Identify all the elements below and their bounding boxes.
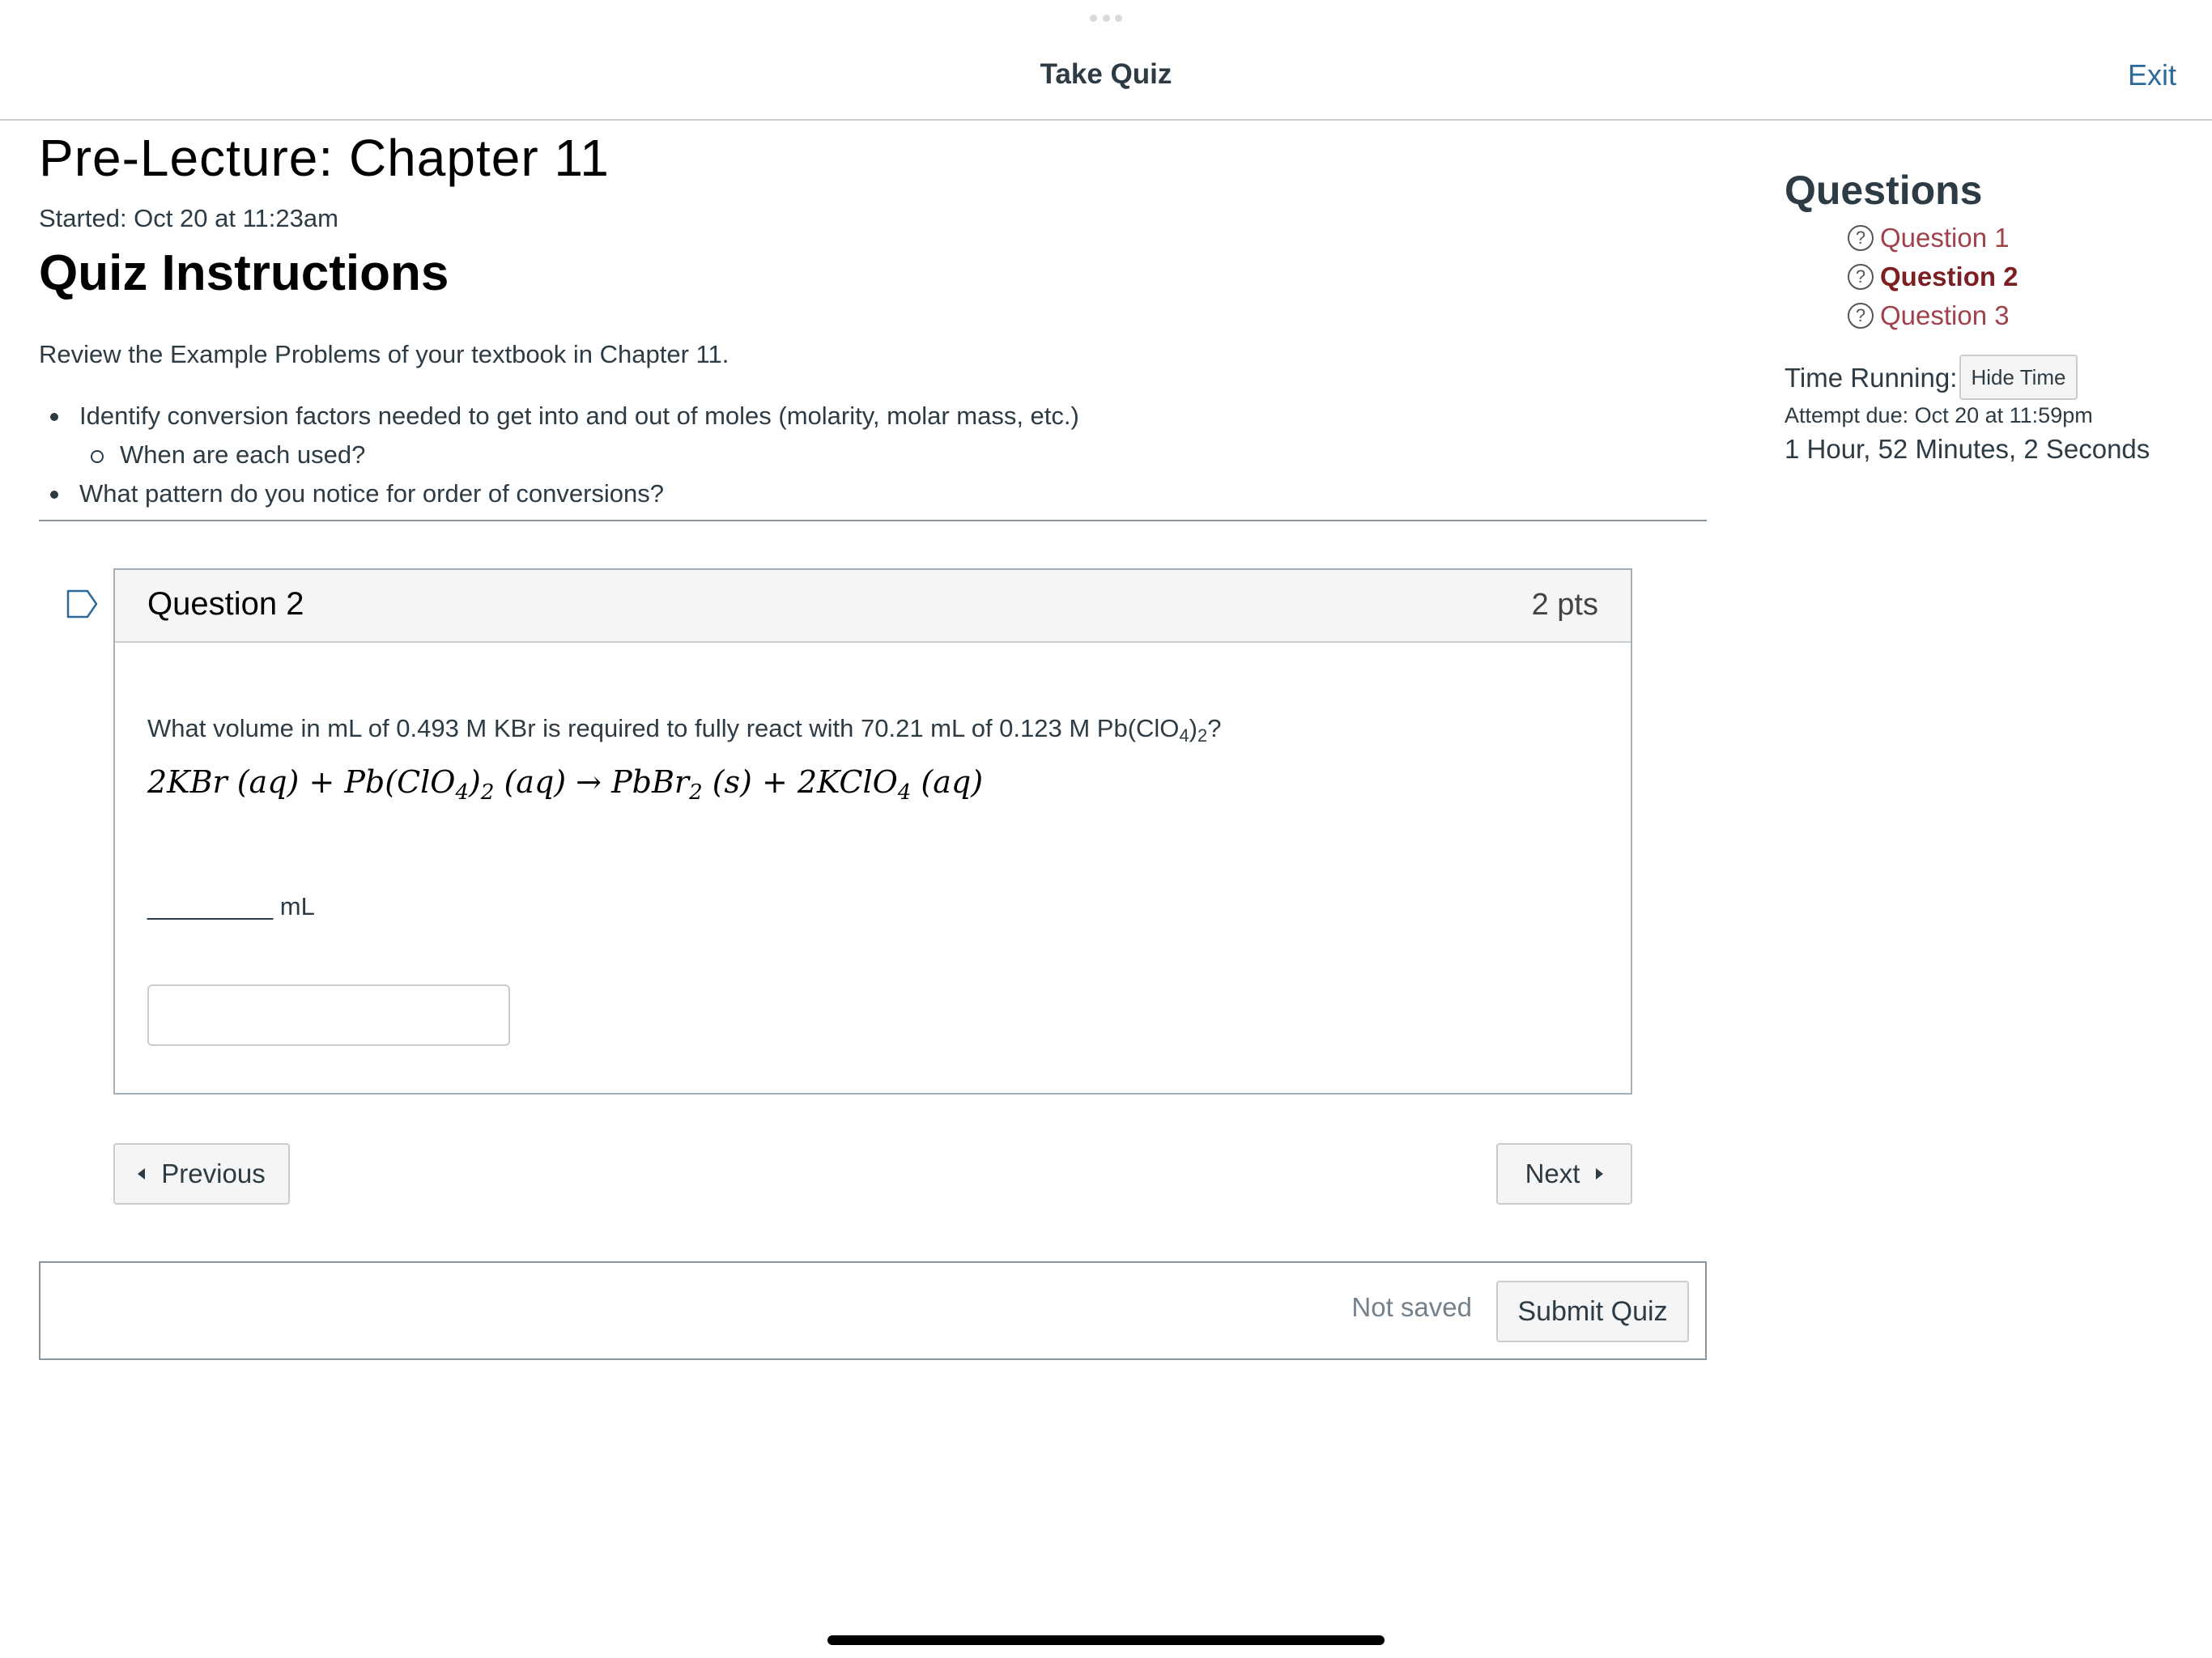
page-header-title: Take Quiz <box>1040 58 1172 90</box>
sidebar-question-label: Question 1 <box>1880 223 2010 253</box>
caret-right-icon <box>1596 1168 1604 1180</box>
previous-label: Previous <box>161 1158 266 1188</box>
question-card: Question 2 2 pts What volume in mL of 0.… <box>113 568 1632 1095</box>
previous-button[interactable]: Previous <box>113 1143 290 1205</box>
question-text: What volume in mL of 0.493 M KBr is requ… <box>147 714 1222 746</box>
save-status: Not saved <box>1351 1292 1472 1322</box>
answer-input[interactable] <box>147 984 510 1046</box>
question-points: 2 pts <box>1531 588 1598 622</box>
question-circle-icon: ? <box>1848 225 1874 251</box>
question-name: Question 2 <box>147 586 304 622</box>
exit-link[interactable]: Exit <box>2128 58 2176 92</box>
sidebar-question-3[interactable]: ? Question 3 <box>1848 296 2018 335</box>
time-elapsed: 1 Hour, 52 Minutes, 2 Seconds <box>1784 434 2150 464</box>
instructions-bullet: What pattern do you notice for order of … <box>39 474 1707 513</box>
next-button[interactable]: Next <box>1496 1143 1632 1205</box>
caret-left-icon <box>138 1168 146 1180</box>
time-running-label: Time Running: <box>1784 363 1958 393</box>
quiz-title: Pre-Lecture: Chapter 11 <box>39 129 610 187</box>
sidebar-title: Questions <box>1784 168 1983 213</box>
next-label: Next <box>1525 1158 1580 1188</box>
question-circle-icon: ? <box>1848 264 1874 290</box>
instructions-intro: Review the Example Problems of your text… <box>39 340 730 368</box>
question-header: Question 2 2 pts <box>115 570 1631 643</box>
sidebar-question-2[interactable]: ? Question 2 <box>1848 257 2018 296</box>
sidebar-question-label: Question 3 <box>1880 300 2010 330</box>
answer-blank-label: _________ mL <box>147 892 315 920</box>
question-circle-icon: ? <box>1848 303 1874 329</box>
submit-quiz-button[interactable]: Submit Quiz <box>1496 1281 1689 1342</box>
question-list: ? Question 1 ? Question 2 ? Question 3 <box>1848 219 2018 335</box>
instructions-heading: Quiz Instructions <box>39 245 449 301</box>
hide-time-button[interactable]: Hide Time <box>1959 355 2078 400</box>
chemical-equation: 2KBr (aq) + Pb(ClO4)2 (aq) → PbBr2 (s) +… <box>147 764 984 805</box>
flag-question-icon[interactable] <box>66 589 99 619</box>
instructions-list: Identify conversion factors needed to ge… <box>39 397 1707 513</box>
instructions-sub-bullet: When are each used? <box>39 436 1707 474</box>
sidebar-question-label: Question 2 <box>1880 261 2018 291</box>
instructions-divider <box>39 520 1707 521</box>
submit-bar: Not saved Submit Quiz <box>39 1261 1707 1360</box>
home-indicator[interactable] <box>827 1635 1385 1645</box>
top-bar: Take Quiz Exit <box>0 0 2212 121</box>
attempt-due: Attempt due: Oct 20 at 11:59pm <box>1784 403 2093 427</box>
instructions-bullet: Identify conversion factors needed to ge… <box>39 397 1707 436</box>
sidebar-question-1[interactable]: ? Question 1 <box>1848 219 2018 257</box>
started-time: Started: Oct 20 at 11:23am <box>39 204 338 232</box>
